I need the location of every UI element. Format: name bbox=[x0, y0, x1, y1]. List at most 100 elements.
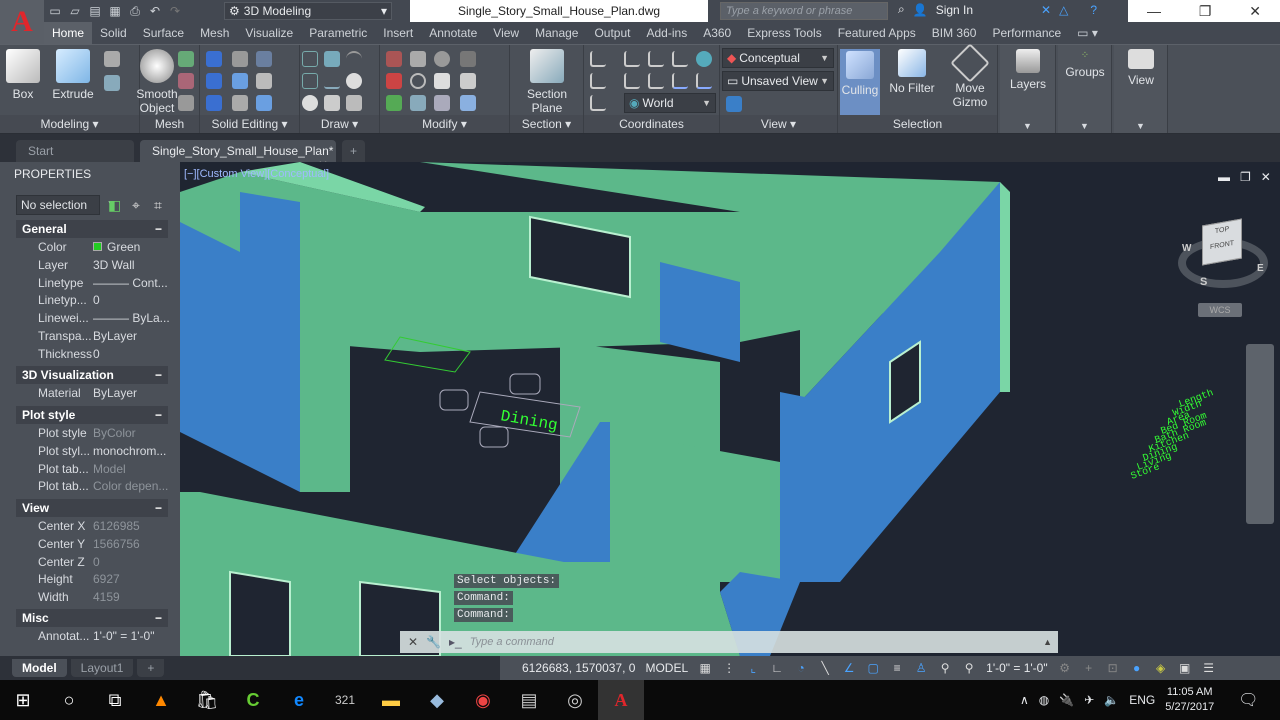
drawing-viewport[interactable]: Dining Length Width Area Bed Room Bath Room K… bbox=[180, 162, 1280, 656]
add-layout-button[interactable]: + bbox=[137, 659, 165, 677]
close-icon[interactable]: ✕ bbox=[1249, 3, 1261, 20]
exchange-icon[interactable]: ✕ bbox=[1041, 3, 1051, 17]
ribbon-tab-parametric[interactable]: Parametric bbox=[301, 22, 375, 44]
coordinates-readout[interactable]: 6126683, 1570037, 0 bbox=[522, 661, 635, 675]
3d-move-icon[interactable] bbox=[386, 51, 402, 67]
action-center-icon[interactable]: 🗨 bbox=[1238, 690, 1258, 710]
spline-icon[interactable] bbox=[302, 73, 318, 89]
property-value[interactable]: Green bbox=[93, 240, 170, 254]
property-value[interactable]: 0 bbox=[93, 347, 170, 361]
polysolid-icon[interactable] bbox=[104, 51, 120, 67]
ribbon-tab-manage[interactable]: Manage bbox=[527, 22, 586, 44]
subtract-icon[interactable] bbox=[206, 73, 222, 89]
property-value[interactable]: 0 bbox=[93, 555, 170, 569]
chevron-down-icon[interactable]: ▼ bbox=[1000, 121, 1055, 131]
selection-panel-title[interactable]: Selection bbox=[838, 115, 997, 133]
viewport-controls-label[interactable]: [−][Custom View][Conceptual] bbox=[184, 168, 329, 180]
box-button[interactable]: Box bbox=[6, 49, 40, 101]
ribbon-tab-insert[interactable]: Insert bbox=[375, 22, 421, 44]
application-menu-button[interactable]: A bbox=[0, 0, 44, 44]
groups-button[interactable]: ⁘ Groups bbox=[1060, 49, 1110, 79]
polyline-icon[interactable] bbox=[302, 51, 318, 67]
property-value[interactable]: monochrom... bbox=[93, 444, 170, 458]
viewcube-front-face[interactable]: FRONT bbox=[1203, 239, 1241, 253]
ucs-face-icon[interactable] bbox=[590, 95, 606, 111]
help-icon[interactable]: ? bbox=[1090, 3, 1097, 17]
property-value[interactable]: 1'-0" = 1'-0" bbox=[93, 629, 170, 643]
property-row[interactable]: Plot tab... Color depen... bbox=[38, 479, 170, 493]
property-row[interactable]: Linetype ——— Cont... bbox=[38, 276, 170, 290]
solid-editing-panel-title[interactable]: Solid Editing ▾ bbox=[200, 115, 299, 133]
maximize-viewport-icon[interactable]: ❐ bbox=[1240, 170, 1251, 184]
property-value[interactable]: ——— Cont... bbox=[93, 276, 170, 290]
ribbon-tab-a360[interactable]: A360 bbox=[695, 22, 739, 44]
viewcube[interactable]: TOP FRONT bbox=[1202, 218, 1242, 266]
property-row[interactable]: Thickness 0 bbox=[38, 347, 170, 361]
property-value[interactable]: 6927 bbox=[93, 572, 170, 586]
hardware-acceleration-icon[interactable]: ◈ bbox=[1154, 661, 1168, 675]
customization-menu-icon[interactable]: ☰ bbox=[1202, 661, 1216, 675]
infer-constraints-icon[interactable]: ⌞ bbox=[746, 661, 760, 675]
imprint-icon[interactable] bbox=[256, 73, 272, 89]
visual-style-dropdown[interactable]: ◆ Conceptual ▼ bbox=[722, 48, 834, 68]
property-value[interactable]: ——— ByLa... bbox=[93, 311, 170, 325]
view-gallery-panel[interactable]: View ▼ bbox=[1114, 45, 1168, 133]
property-value[interactable]: Model bbox=[93, 462, 170, 476]
mesh-smooth-less-icon[interactable] bbox=[178, 73, 194, 89]
ribbon-tab-add-ins[interactable]: Add-ins bbox=[639, 22, 696, 44]
presspull-icon[interactable] bbox=[104, 75, 120, 91]
vlc-icon[interactable]: ▲ bbox=[138, 680, 184, 720]
workspace-switch-icon[interactable]: ⚙ bbox=[1058, 661, 1072, 675]
collapse-icon[interactable]: − bbox=[155, 406, 162, 424]
ribbon-tab-home[interactable]: Home bbox=[44, 22, 93, 44]
mirror-icon[interactable] bbox=[434, 73, 450, 89]
polygon-icon[interactable] bbox=[302, 95, 318, 111]
autocad-taskbar-icon[interactable]: A bbox=[598, 680, 644, 720]
property-value[interactable]: 4159 bbox=[93, 590, 170, 604]
task-view-icon[interactable]: ⧉ bbox=[92, 680, 138, 720]
save-icon[interactable]: ▤ bbox=[88, 4, 102, 18]
plot-icon[interactable]: ⎙ bbox=[128, 4, 142, 18]
compass-east[interactable]: E bbox=[1257, 263, 1264, 274]
command-input[interactable]: Type a command bbox=[470, 636, 1035, 648]
close-viewport-icon[interactable]: ✕ bbox=[1261, 170, 1271, 184]
helix-icon[interactable] bbox=[324, 51, 340, 67]
edge-icon[interactable]: e bbox=[276, 680, 322, 720]
interfere-icon[interactable] bbox=[232, 51, 248, 67]
property-row[interactable]: Color Green bbox=[38, 240, 170, 254]
tab-model[interactable]: Model bbox=[12, 659, 67, 677]
ribbon-tab-surface[interactable]: Surface bbox=[135, 22, 192, 44]
property-value[interactable]: ByLayer bbox=[93, 329, 170, 343]
lineweight-icon[interactable]: ≡ bbox=[890, 661, 904, 675]
layers-button[interactable]: Layers bbox=[1006, 49, 1050, 91]
section-header-misc[interactable]: Misc − bbox=[16, 609, 168, 627]
union-icon[interactable] bbox=[206, 51, 222, 67]
camtasia-icon[interactable]: C bbox=[230, 680, 276, 720]
annotation-scale-dropdown[interactable]: 1'-0" = 1'-0" bbox=[986, 661, 1047, 675]
minimize-viewport-icon[interactable]: ▬ bbox=[1218, 170, 1230, 184]
select-objects-icon[interactable]: ⌖ bbox=[132, 197, 140, 214]
language-indicator[interactable]: ENG bbox=[1129, 693, 1155, 707]
workspace-dropdown[interactable]: ⚙ 3D Modeling ▾ bbox=[224, 2, 392, 20]
rectangle-icon[interactable] bbox=[324, 95, 340, 111]
ribbon-tab-bim-360[interactable]: BIM 360 bbox=[924, 22, 985, 44]
plus-icon[interactable]: + bbox=[1082, 661, 1096, 675]
section-panel-title[interactable]: Section ▾ bbox=[510, 115, 583, 133]
ribbon-tab-express-tools[interactable]: Express Tools bbox=[739, 22, 829, 44]
property-value[interactable]: Color depen... bbox=[93, 479, 170, 493]
extrude-button[interactable]: Extrude bbox=[50, 49, 96, 101]
property-row[interactable]: Plot tab... Model bbox=[38, 462, 170, 476]
obs-icon[interactable]: ◎ bbox=[552, 680, 598, 720]
groups-panel[interactable]: ⁘ Groups ▼ bbox=[1058, 45, 1112, 133]
rotate-icon[interactable] bbox=[410, 73, 426, 89]
property-value[interactable]: ByLayer bbox=[93, 386, 170, 400]
move-gizmo-button[interactable]: Move Gizmo bbox=[948, 43, 992, 109]
restore-icon[interactable]: ❐ bbox=[1199, 3, 1212, 20]
modeling-panel-title[interactable]: Modeling ▾ bbox=[0, 115, 139, 133]
ribbon-tab-visualize[interactable]: Visualize bbox=[237, 22, 301, 44]
sign-in-button[interactable]: Sign In bbox=[936, 3, 973, 17]
wcs-menu[interactable]: WCS bbox=[1198, 303, 1242, 317]
property-value[interactable]: ByColor bbox=[93, 426, 170, 440]
property-row[interactable]: Width 4159 bbox=[38, 590, 170, 604]
viewport-config-icon[interactable] bbox=[726, 96, 742, 112]
